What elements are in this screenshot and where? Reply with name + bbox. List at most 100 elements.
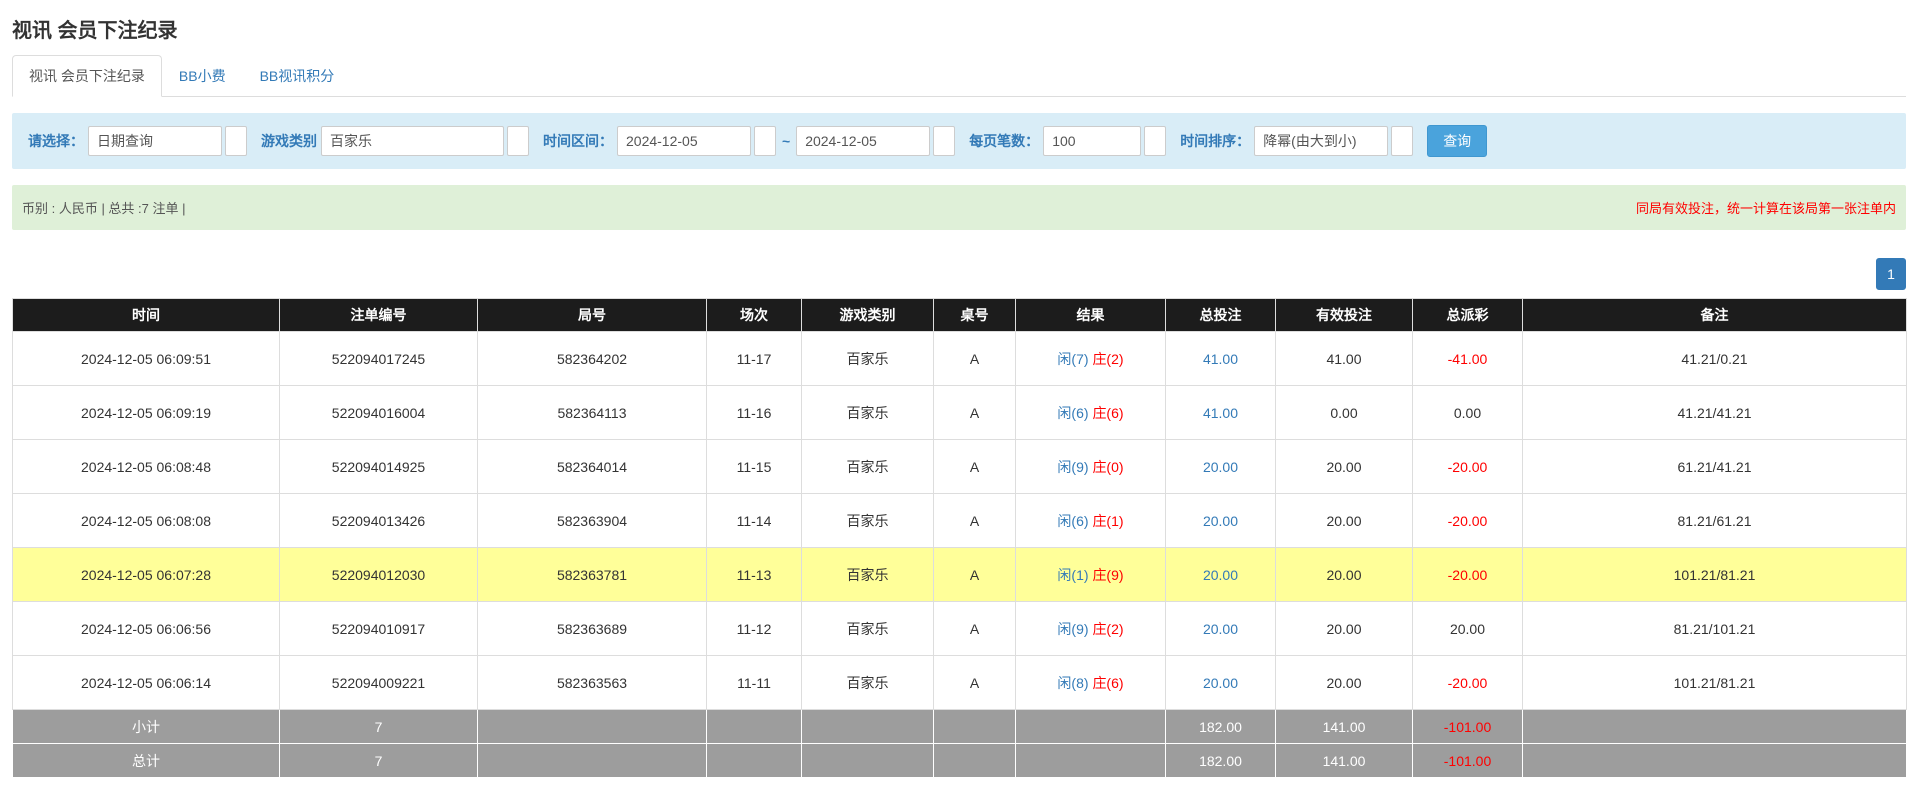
- cell-game-type: 百家乐: [802, 602, 934, 656]
- cell-bet-id: 522094013426: [280, 494, 478, 548]
- footer-empty-cell: [934, 744, 1016, 778]
- sort-dropdown-arrow[interactable]: [1391, 126, 1413, 156]
- table-row: 2024-12-05 06:08:48522094014925582364014…: [13, 440, 1907, 494]
- cell-result: 闲(9) 庄(0): [1016, 440, 1166, 494]
- search-button[interactable]: 查询: [1427, 125, 1487, 157]
- table-row: 2024-12-05 06:09:19522094016004582364113…: [13, 386, 1907, 440]
- column-header: 时间: [13, 299, 280, 332]
- cell-time: 2024-12-05 06:06:56: [13, 602, 280, 656]
- cell-valid-bet: 41.00: [1276, 332, 1413, 386]
- cell-table: A: [934, 440, 1016, 494]
- banker-result: 庄(9): [1092, 567, 1123, 583]
- cell-table: A: [934, 548, 1016, 602]
- game-type-dropdown-arrow[interactable]: [507, 126, 529, 156]
- cell-round-id: 582364113: [478, 386, 707, 440]
- per-page-label: 每页笔数：: [969, 131, 1039, 151]
- player-result: 闲(7): [1057, 351, 1088, 367]
- date-from-input[interactable]: [617, 126, 751, 156]
- footer-payout: -101.00: [1413, 744, 1523, 778]
- column-header: 游戏类别: [802, 299, 934, 332]
- cell-valid-bet: 20.00: [1276, 656, 1413, 710]
- game-type-input[interactable]: [321, 126, 504, 156]
- query-type-label: 请选择：: [28, 131, 84, 151]
- cell-total-bet[interactable]: 20.00: [1166, 548, 1276, 602]
- summary-bar: 币别 : 人民币 | 总共 :7 注单 | 同局有效投注，统一计算在该局第一张注…: [12, 185, 1906, 230]
- footer-empty-cell: [1523, 744, 1907, 778]
- pagination-top: 1: [12, 258, 1906, 290]
- cell-game-type: 百家乐: [802, 440, 934, 494]
- cell-result: 闲(6) 庄(1): [1016, 494, 1166, 548]
- footer-empty-cell: [707, 710, 802, 744]
- column-header: 总投注: [1166, 299, 1276, 332]
- cell-total-bet[interactable]: 20.00: [1166, 440, 1276, 494]
- cell-round-id: 582363689: [478, 602, 707, 656]
- cell-note: 101.21/81.21: [1523, 548, 1907, 602]
- date-to-dropdown-arrow[interactable]: [933, 126, 955, 156]
- cell-game-type: 百家乐: [802, 332, 934, 386]
- cell-valid-bet: 20.00: [1276, 440, 1413, 494]
- table-footer: 小计7182.00141.00-101.00总计7182.00141.00-10…: [13, 710, 1907, 778]
- cell-total-bet[interactable]: 20.00: [1166, 494, 1276, 548]
- cell-table: A: [934, 494, 1016, 548]
- cell-table: A: [934, 656, 1016, 710]
- cell-time: 2024-12-05 06:08:48: [13, 440, 280, 494]
- subtotal-row: 小计7182.00141.00-101.00: [13, 710, 1907, 744]
- cell-round-id: 582363904: [478, 494, 707, 548]
- tab-bb-points[interactable]: BB视讯积分: [243, 55, 352, 97]
- per-page-dropdown-arrow[interactable]: [1144, 126, 1166, 156]
- cell-session: 11-14: [707, 494, 802, 548]
- query-type-dropdown-arrow[interactable]: [225, 126, 247, 156]
- summary-totals: 币别 : 人民币 | 总共 :7 注单 |: [22, 198, 186, 217]
- betting-records-table: 时间注单编号局号场次游戏类别桌号结果总投注有效投注总派彩备注 2024-12-0…: [12, 298, 1907, 778]
- cell-round-id: 582364202: [478, 332, 707, 386]
- page: 视讯 会员下注纪录 视讯 会员下注纪录 BB小费 BB视讯积分 请选择： 游戏类…: [0, 0, 1918, 800]
- header-row: 时间注单编号局号场次游戏类别桌号结果总投注有效投注总派彩备注: [13, 299, 1907, 332]
- footer-empty-cell: [934, 710, 1016, 744]
- sort-input[interactable]: [1254, 126, 1388, 156]
- date-from-dropdown-arrow[interactable]: [754, 126, 776, 156]
- table-body: 2024-12-05 06:09:51522094017245582364202…: [13, 332, 1907, 710]
- banker-result: 庄(1): [1092, 513, 1123, 529]
- cell-total-bet[interactable]: 20.00: [1166, 602, 1276, 656]
- per-page-input[interactable]: [1043, 126, 1141, 156]
- player-result: 闲(8): [1057, 675, 1088, 691]
- cell-time: 2024-12-05 06:09:51: [13, 332, 280, 386]
- footer-total-bet: 182.00: [1166, 710, 1276, 744]
- date-range-separator: ~: [782, 133, 790, 149]
- cell-game-type: 百家乐: [802, 386, 934, 440]
- cell-note: 61.21/41.21: [1523, 440, 1907, 494]
- footer-total-bet: 182.00: [1166, 744, 1276, 778]
- date-to-input[interactable]: [796, 126, 930, 156]
- footer-label: 小计: [13, 710, 280, 744]
- page-1-button[interactable]: 1: [1876, 258, 1906, 290]
- table-header: 时间注单编号局号场次游戏类别桌号结果总投注有效投注总派彩备注: [13, 299, 1907, 332]
- cell-result: 闲(6) 庄(6): [1016, 386, 1166, 440]
- footer-empty-cell: [478, 710, 707, 744]
- footer-empty-cell: [802, 710, 934, 744]
- cell-payout: 20.00: [1413, 602, 1523, 656]
- cell-valid-bet: 0.00: [1276, 386, 1413, 440]
- footer-empty-cell: [1523, 710, 1907, 744]
- query-type-input[interactable]: [88, 126, 222, 156]
- cell-result: 闲(1) 庄(9): [1016, 548, 1166, 602]
- cell-result: 闲(7) 庄(2): [1016, 332, 1166, 386]
- cell-session: 11-11: [707, 656, 802, 710]
- player-result: 闲(9): [1057, 459, 1088, 475]
- tab-bb-tip[interactable]: BB小费: [162, 55, 243, 97]
- cell-result: 闲(8) 庄(6): [1016, 656, 1166, 710]
- cell-total-bet[interactable]: 41.00: [1166, 386, 1276, 440]
- footer-count: 7: [280, 710, 478, 744]
- column-header: 总派彩: [1413, 299, 1523, 332]
- cell-table: A: [934, 602, 1016, 656]
- cell-game-type: 百家乐: [802, 656, 934, 710]
- footer-empty-cell: [478, 744, 707, 778]
- tab-betting-records[interactable]: 视讯 会员下注纪录: [12, 55, 162, 97]
- cell-note: 101.21/81.21: [1523, 656, 1907, 710]
- cell-session: 11-12: [707, 602, 802, 656]
- cell-total-bet[interactable]: 20.00: [1166, 656, 1276, 710]
- cell-note: 81.21/61.21: [1523, 494, 1907, 548]
- cell-total-bet[interactable]: 41.00: [1166, 332, 1276, 386]
- footer-count: 7: [280, 744, 478, 778]
- column-header: 注单编号: [280, 299, 478, 332]
- cell-bet-id: 522094016004: [280, 386, 478, 440]
